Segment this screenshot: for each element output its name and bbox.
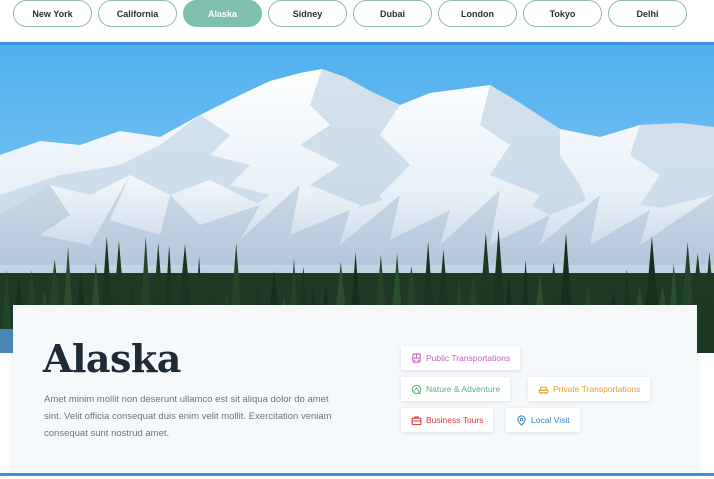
tab-sidney[interactable]: Sidney — [268, 0, 347, 27]
briefcase-icon — [411, 415, 422, 425]
tag-business-tours[interactable]: Business Tours — [401, 408, 494, 432]
city-tabs: New York California Alaska Sidney Dubai … — [13, 0, 687, 27]
tag-label: Local Visit — [531, 415, 570, 425]
destination-description: Amet minim mollit non deserunt ullamco e… — [44, 394, 332, 439]
bus-icon — [412, 352, 421, 363]
destination-title: Alaska — [43, 336, 181, 381]
bottom-divider — [0, 473, 714, 476]
map-pin-icon — [517, 414, 526, 426]
tag-nature-adventure[interactable]: Nature & Adventure — [401, 377, 511, 401]
tag-public-transportations[interactable]: Public Transportations — [401, 346, 521, 370]
tag-private-transportations[interactable]: Private Transportations — [528, 377, 651, 401]
tab-tokyo[interactable]: Tokyo — [523, 0, 602, 27]
nature-icon — [411, 384, 422, 394]
tag-local-visit[interactable]: Local Visit — [506, 408, 580, 432]
tab-delhi[interactable]: Delhi — [608, 0, 687, 27]
destination-card: Alaska Amet minim mollit non deserunt ul… — [13, 305, 697, 473]
tab-london[interactable]: London — [438, 0, 517, 27]
tag-label: Nature & Adventure — [426, 384, 501, 394]
car-icon — [538, 386, 549, 394]
tab-alaska[interactable]: Alaska — [183, 0, 262, 27]
tag-label: Public Transportations — [426, 353, 511, 363]
tab-dubai[interactable]: Dubai — [353, 0, 432, 27]
tag-label: Private Transportations — [553, 384, 641, 394]
tag-label: Business Tours — [426, 415, 484, 425]
tab-new-york[interactable]: New York — [13, 0, 92, 27]
tab-california[interactable]: California — [98, 0, 177, 27]
